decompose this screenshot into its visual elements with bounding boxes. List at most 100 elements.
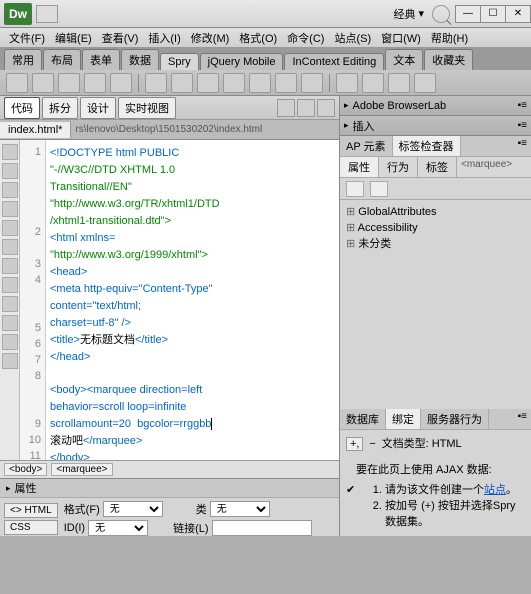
tab-text[interactable]: 文本 xyxy=(385,49,423,70)
code-tool-icon[interactable] xyxy=(2,239,18,255)
create-site-link[interactable]: 站点 xyxy=(484,484,506,496)
tab-layout[interactable]: 布局 xyxy=(43,49,81,70)
tab-data[interactable]: 数据 xyxy=(121,49,159,70)
insert-tab-bar: 常用 布局 表单 数据 Spry jQuery Mobile InContext… xyxy=(0,48,531,70)
tab-fav[interactable]: 收藏夹 xyxy=(424,49,473,70)
tree-accessibility[interactable]: Accessibility xyxy=(346,220,525,236)
add-binding-button[interactable]: +, xyxy=(346,437,363,451)
close-button[interactable]: ✕ xyxy=(505,5,531,23)
tab-bindings[interactable]: 绑定 xyxy=(386,409,421,429)
insert-icon-13[interactable] xyxy=(336,73,358,93)
insert-icon-1[interactable] xyxy=(6,73,28,93)
menu-view[interactable]: 查看(V) xyxy=(97,30,144,46)
insert-icon-4[interactable] xyxy=(84,73,106,93)
view-tool-icon[interactable] xyxy=(317,99,335,117)
code-tool-icon[interactable] xyxy=(2,201,18,217)
menu-window[interactable]: 窗口(W) xyxy=(376,30,426,46)
code-tool-icon[interactable] xyxy=(2,353,18,369)
tab-database[interactable]: 数据库 xyxy=(340,409,386,429)
menu-help[interactable]: 帮助(H) xyxy=(426,30,473,46)
tag-crumb-marquee[interactable]: <marquee> xyxy=(51,463,112,476)
insert-icon-5[interactable] xyxy=(110,73,132,93)
tab-ap-elements[interactable]: AP 元素 xyxy=(340,136,393,156)
prop-link-input[interactable] xyxy=(212,520,312,536)
attribute-tree[interactable]: GlobalAttributes Accessibility 未分类 xyxy=(340,200,531,256)
view-tool-icon[interactable] xyxy=(297,99,315,117)
line-gutter: 1 2 3 4 5 6 7 8 9 10 11 12 xyxy=(20,140,46,460)
insert-icon-15[interactable] xyxy=(388,73,410,93)
code-editor[interactable]: <!DOCTYPE html PUBLIC "-//W3C//DTD XHTML… xyxy=(46,140,339,460)
panel-menu-icon[interactable]: ▪≡ xyxy=(514,409,531,429)
code-tool-icon[interactable] xyxy=(2,163,18,179)
view-live-button[interactable]: 实时视图 xyxy=(118,97,176,119)
tab-behaviors[interactable]: 行为 xyxy=(379,157,418,177)
code-tool-icon[interactable] xyxy=(2,144,18,160)
check-icon: ✔ xyxy=(346,482,357,530)
properties-panel-title[interactable]: 属性 xyxy=(0,479,339,498)
tab-tag-inspector[interactable]: 标签检查器 xyxy=(393,136,461,156)
code-tool-icon[interactable] xyxy=(2,182,18,198)
maximize-button[interactable]: ☐ xyxy=(480,5,506,23)
prop-css-tab[interactable]: CSS xyxy=(4,520,58,535)
tree-global-attrs[interactable]: GlobalAttributes xyxy=(346,204,525,220)
insert-icon-10[interactable] xyxy=(249,73,271,93)
file-tab[interactable]: index.html* xyxy=(0,122,71,138)
attr-list-icon[interactable] xyxy=(346,181,364,197)
insert-icon-2[interactable] xyxy=(32,73,54,93)
menu-site[interactable]: 站点(S) xyxy=(329,30,376,46)
code-tool-icon[interactable] xyxy=(2,315,18,331)
search-icon[interactable] xyxy=(432,5,450,23)
prop-id-select[interactable]: 无 xyxy=(88,520,148,536)
workspace-dropdown[interactable]: 经典▾ xyxy=(393,6,424,22)
tab-ice[interactable]: InContext Editing xyxy=(284,53,384,70)
tab-jqm[interactable]: jQuery Mobile xyxy=(200,53,284,70)
tab-forms[interactable]: 表单 xyxy=(82,49,120,70)
insert-icon-bar xyxy=(0,70,531,96)
insert-icon-14[interactable] xyxy=(362,73,384,93)
prop-html-tab[interactable]: <> HTML xyxy=(4,503,58,518)
menu-insert[interactable]: 插入(I) xyxy=(143,30,185,46)
insert-icon-12[interactable] xyxy=(301,73,323,93)
insert-icon-16[interactable] xyxy=(414,73,436,93)
prop-class-select[interactable]: 无 xyxy=(210,501,270,517)
layout-switch-button[interactable] xyxy=(36,5,58,23)
attr-sort-icon[interactable] xyxy=(370,181,388,197)
tree-uncategorized[interactable]: 未分类 xyxy=(346,236,525,252)
remove-binding-button[interactable]: − xyxy=(367,436,379,452)
code-tool-icon[interactable] xyxy=(2,296,18,312)
panel-menu-icon[interactable]: ▪≡ xyxy=(514,136,531,156)
tab-common[interactable]: 常用 xyxy=(4,49,42,70)
view-split-button[interactable]: 拆分 xyxy=(42,97,78,119)
menu-format[interactable]: 格式(O) xyxy=(234,30,282,46)
ajax-step-2: 按加号 (+) 按钮并选择Spry 数据集。 xyxy=(385,498,525,530)
insert-icon-7[interactable] xyxy=(171,73,193,93)
panel-adobe-browserlab[interactable]: ▸Adobe BrowserLab▪≡ xyxy=(340,96,531,116)
prop-link-label: 链接(L) xyxy=(173,520,208,536)
view-design-button[interactable]: 设计 xyxy=(80,97,116,119)
menu-command[interactable]: 命令(C) xyxy=(282,30,329,46)
tag-crumb-body[interactable]: <body> xyxy=(4,463,47,476)
insert-icon-6[interactable] xyxy=(145,73,167,93)
code-tool-icon[interactable] xyxy=(2,334,18,350)
menu-file[interactable]: 文件(F) xyxy=(4,30,50,46)
insert-icon-8[interactable] xyxy=(197,73,219,93)
code-tool-icon[interactable] xyxy=(2,277,18,293)
tab-server-behaviors[interactable]: 服务器行为 xyxy=(421,409,489,429)
panel-insert[interactable]: ▸插入▪≡ xyxy=(340,116,531,136)
minimize-button[interactable]: — xyxy=(455,5,481,23)
tab-tag[interactable]: 标签 xyxy=(418,157,457,177)
menu-bar: 文件(F) 编辑(E) 查看(V) 插入(I) 修改(M) 格式(O) 命令(C… xyxy=(0,28,531,48)
tab-spry[interactable]: Spry xyxy=(160,53,199,70)
insert-icon-9[interactable] xyxy=(223,73,245,93)
prop-format-select[interactable]: 无 xyxy=(103,501,163,517)
insert-icon-11[interactable] xyxy=(275,73,297,93)
code-tool-icon[interactable] xyxy=(2,258,18,274)
view-tool-icon[interactable] xyxy=(277,99,295,117)
tab-attributes[interactable]: 属性 xyxy=(340,157,379,177)
insert-icon-3[interactable] xyxy=(58,73,80,93)
view-code-button[interactable]: 代码 xyxy=(4,97,40,119)
prop-format-label: 格式(F) xyxy=(64,501,100,517)
menu-edit[interactable]: 编辑(E) xyxy=(50,30,97,46)
code-tool-icon[interactable] xyxy=(2,220,18,236)
menu-modify[interactable]: 修改(M) xyxy=(186,30,235,46)
